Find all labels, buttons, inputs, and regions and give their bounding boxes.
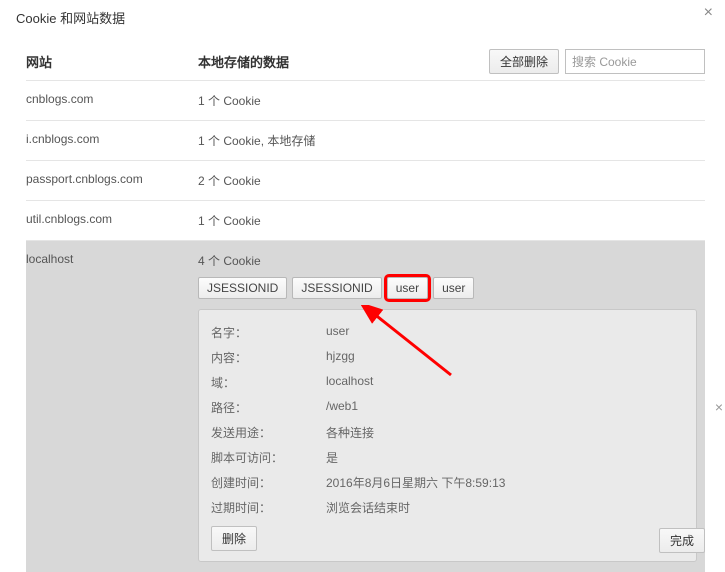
- site-name: passport.cnblogs.com: [26, 172, 198, 189]
- cookie-chip-row: JSESSIONID JSESSIONID user user: [26, 277, 705, 309]
- site-name: cnblogs.com: [26, 92, 198, 109]
- search-input[interactable]: [565, 49, 705, 74]
- site-data: 1 个 Cookie: [198, 212, 705, 229]
- header-site: 网站: [26, 52, 198, 71]
- site-data: 2 个 Cookie: [198, 172, 705, 189]
- site-name: i.cnblogs.com: [26, 132, 198, 149]
- detail-value-path: /web1: [326, 399, 684, 416]
- detail-label-sendfor: 发送用途：: [211, 424, 326, 441]
- table-header: 网站 本地存储的数据 全部删除: [26, 49, 705, 80]
- row-close-icon[interactable]: ×: [715, 399, 723, 415]
- detail-label-expires: 过期时间：: [211, 499, 326, 516]
- detail-label-content: 内容：: [211, 349, 326, 366]
- cookie-detail-panel: 名字： user 内容： hjzgg 域： localhost 路径： /web…: [198, 309, 697, 562]
- site-row-expanded: localhost 4 个 Cookie JSESSIONID JSESSION…: [26, 240, 705, 572]
- detail-value-name: user: [326, 324, 684, 341]
- header-data: 本地存储的数据: [198, 52, 489, 71]
- detail-value-created: 2016年8月6日星期六 下午8:59:13: [326, 474, 684, 491]
- detail-value-content: hjzgg: [326, 349, 684, 366]
- detail-value-domain: localhost: [326, 374, 684, 391]
- site-row[interactable]: i.cnblogs.com 1 个 Cookie, 本地存储: [26, 120, 705, 160]
- site-list: cnblogs.com 1 个 Cookie i.cnblogs.com 1 个…: [26, 80, 705, 572]
- detail-row: 内容： hjzgg: [211, 345, 684, 370]
- detail-row: 脚本可访问： 是: [211, 445, 684, 470]
- site-row[interactable]: passport.cnblogs.com 2 个 Cookie: [26, 160, 705, 200]
- detail-label-script: 脚本可访问：: [211, 449, 326, 466]
- cookie-chip[interactable]: JSESSIONID: [292, 277, 381, 299]
- site-data: 1 个 Cookie, 本地存储: [198, 132, 705, 149]
- detail-row: 路径： /web1: [211, 395, 684, 420]
- detail-row: 发送用途： 各种连接: [211, 420, 684, 445]
- detail-row: 域： localhost: [211, 370, 684, 395]
- close-icon[interactable]: ×: [704, 4, 713, 22]
- delete-all-button[interactable]: 全部删除: [489, 49, 559, 74]
- detail-value-expires: 浏览会话结束时: [326, 499, 684, 516]
- detail-label-created: 创建时间：: [211, 474, 326, 491]
- detail-row: 创建时间： 2016年8月6日星期六 下午8:59:13: [211, 470, 684, 495]
- detail-row: 名字： user: [211, 320, 684, 345]
- dialog-title: Cookie 和网站数据: [16, 11, 125, 26]
- done-button[interactable]: 完成: [659, 528, 705, 553]
- detail-label-path: 路径：: [211, 399, 326, 416]
- detail-label-name: 名字：: [211, 324, 326, 341]
- site-row[interactable]: util.cnblogs.com 1 个 Cookie: [26, 200, 705, 240]
- site-row[interactable]: cnblogs.com 1 个 Cookie: [26, 80, 705, 120]
- site-data: 4 个 Cookie: [198, 252, 705, 269]
- cookie-chip[interactable]: JSESSIONID: [198, 277, 287, 299]
- delete-cookie-button[interactable]: 删除: [211, 526, 257, 551]
- site-data: 1 个 Cookie: [198, 92, 705, 109]
- cookie-chip[interactable]: user: [387, 277, 428, 299]
- cookie-chip[interactable]: user: [433, 277, 474, 299]
- detail-value-script: 是: [326, 449, 684, 466]
- detail-row: 过期时间： 浏览会话结束时: [211, 495, 684, 520]
- site-name: util.cnblogs.com: [26, 212, 198, 229]
- site-name: localhost: [26, 252, 198, 269]
- detail-value-sendfor: 各种连接: [326, 424, 684, 441]
- detail-label-domain: 域：: [211, 374, 326, 391]
